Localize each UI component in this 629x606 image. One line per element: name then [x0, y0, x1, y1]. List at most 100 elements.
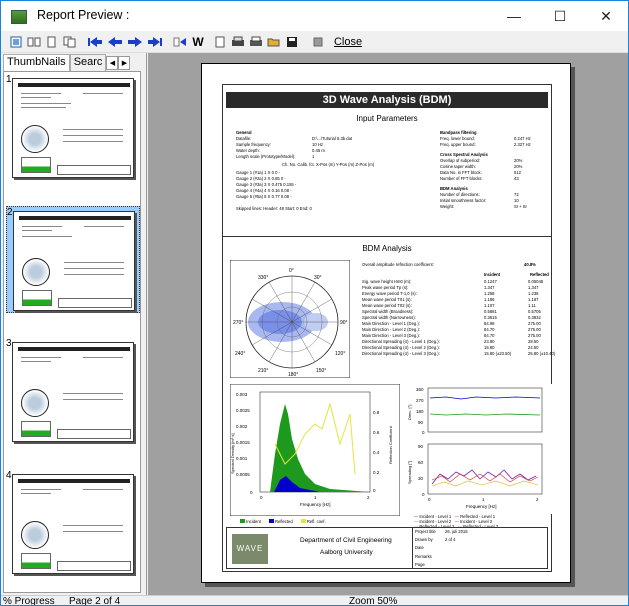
app-icon [11, 10, 27, 24]
input-parameters-title: Input Parameters [356, 114, 418, 123]
bandpass-section: Bandpass filtering Freq. lower bound: Fr… [440, 130, 488, 209]
directional-polar-plot: 0° 30° 330° 270° 90° 240° 120° 210° 180°… [230, 260, 350, 378]
zoom-icon[interactable]: W [191, 34, 205, 50]
thumbnail-image [12, 474, 134, 574]
facing-pages-icon[interactable] [45, 34, 59, 50]
next-page-icon[interactable] [127, 34, 143, 50]
print-icon[interactable] [249, 34, 263, 50]
bandpass-values: 0.247 Hz 2.327 Hz 20% 20% 512 43 72 10 S… [514, 136, 531, 209]
thumbnail-page-4[interactable]: 4 [6, 470, 140, 577]
general-section: General Datafile: Sample frequency: Wate… [236, 130, 296, 159]
close-preview-button[interactable]: Close [333, 34, 363, 50]
thumbnail-page-1[interactable]: 1 [6, 74, 140, 181]
zoom-indicator: Zoom 50% [349, 596, 398, 606]
report-preview-window: Report Preview : — ☐ ✕ W Close ThumbNail… [0, 0, 629, 606]
spr-ylabel: Spreading [°] [407, 461, 412, 484]
two-pages-icon[interactable] [27, 34, 41, 50]
reflection-coef-label: Overall amplitude reflection coefficient… [362, 262, 434, 267]
spec-y2tick: 0.6 [373, 430, 380, 435]
results-incident: 0.1247 1.347 1.258 1.186 1.107 0.5681 0.3615 84… [484, 279, 512, 356]
page-indicator: Page 2 of 4 [69, 596, 121, 606]
spec-ytick: 0.003 [236, 392, 248, 397]
meta-values: 26. juli 2015 2 of 4 [445, 529, 468, 543]
spr-ytick: 30 [418, 476, 424, 481]
thumbnail-pane: ThumbNails Searc ◀ ▶ 1 2 3 4 [1, 53, 147, 595]
status-bar: % Progress Page 2 of 4 Zoom 50% [1, 595, 628, 606]
bdm-analysis-title: BDM Analysis [362, 244, 412, 253]
new-page-icon[interactable] [213, 34, 227, 50]
thumbnail-number: 4 [6, 470, 12, 481]
spec-y2tick: 0.8 [373, 410, 380, 415]
first-page-icon[interactable] [87, 34, 103, 50]
thumbnail-image [12, 342, 134, 442]
reflection-coef-value: 40.8% [524, 262, 536, 267]
thumbnail-list: 1 2 3 4 [3, 71, 141, 593]
thumbnail-image [12, 78, 134, 178]
copy-icon[interactable] [63, 34, 77, 50]
toolbar: W Close [1, 31, 628, 53]
minimize-button[interactable]: — [491, 1, 537, 31]
dir-ytick: 360 [416, 387, 424, 392]
tab-thumbnails[interactable]: ThumbNails [3, 54, 70, 71]
maximize-button[interactable]: ☐ [537, 1, 583, 31]
tab-scroll-left-icon[interactable]: ◀ [106, 56, 119, 70]
close-window-button[interactable]: ✕ [583, 1, 628, 31]
results-reflected: 0.05048 1.347 1.236 1.167 1.11 0.5705 0.3832 27… [528, 279, 556, 356]
last-page-icon[interactable] [147, 34, 163, 50]
spr-ytick: 60 [418, 460, 424, 465]
incident-col-header: Incident [484, 272, 501, 277]
thumbnail-number: 3 [6, 338, 12, 349]
print-setup-icon[interactable] [231, 34, 245, 50]
window-title: Report Preview : [37, 8, 130, 22]
polar-label: 330° [258, 275, 268, 281]
spec-y2tick: 0.2 [373, 470, 380, 475]
spec-ytick: 0.002 [236, 424, 248, 429]
skipped-lines: Skipped lines: Header: 48 Start: 0 End: … [236, 206, 312, 211]
save-icon[interactable] [285, 34, 299, 50]
meta-table: Project title Drawn by Date Remarks Page 26.… [412, 527, 548, 569]
page-viewer[interactable]: 3D Wave Analysis (BDM) Input Parameters … [148, 53, 628, 595]
dir-ylabel: Direc. [°] [407, 405, 412, 420]
spectrum-chart: 0.003 0.0025 0.002 0.0015 0.001 0.0005 0… [230, 384, 400, 516]
single-page-icon[interactable] [9, 34, 23, 50]
meta-labels: Project title Drawn by Date Remarks Page [415, 529, 436, 567]
polar-label: 270° [233, 320, 243, 326]
dir-ytick: 270 [416, 398, 424, 403]
dir-ytick: 180 [416, 409, 424, 414]
spec-ylabel: Spectral Density [m²·s] [230, 434, 235, 474]
tab-scroll-right-icon[interactable]: ▶ [118, 56, 131, 70]
spec-y2label: Reflection Coefficient [388, 425, 393, 464]
wave-lab-logo: WAVE LAB [232, 534, 268, 583]
dir-ytick: 90 [418, 420, 424, 425]
thumbnail-image [13, 211, 135, 311]
spec-xlabel: Frequency [Hz] [300, 502, 331, 507]
polar-label: 240° [235, 351, 245, 357]
spec-ytick: 0.0025 [236, 408, 250, 413]
thumbnail-page-2[interactable]: 2 [6, 206, 140, 313]
exit-icon[interactable] [311, 34, 325, 50]
previous-page-icon[interactable] [107, 34, 123, 50]
tab-search[interactable]: Searc [69, 54, 107, 71]
thumbnail-page-3[interactable]: 3 [6, 338, 140, 445]
title-bar: Report Preview : — ☐ ✕ [1, 1, 628, 31]
thumbnail-number: 1 [6, 74, 12, 85]
gauge-header: Ch. No. Calib. fct. X-Pos (m) Y-Pos (m) … [282, 162, 375, 167]
pane-tabs: ThumbNails Searc ◀ ▶ [3, 54, 131, 71]
university-name: Aalborg University [320, 549, 373, 556]
spec-y2tick: 0.4 [373, 450, 380, 455]
report-page: 3D Wave Analysis (BDM) Input Parameters … [201, 63, 571, 583]
polar-label: 120° [335, 351, 345, 357]
gauge-table: Gauge 1 (#1a) 1 X 0 0 - Gauge 2 (#2a) 2 … [236, 170, 297, 199]
spec-ytick: 0.0015 [236, 440, 250, 445]
goto-page-icon[interactable] [173, 34, 187, 50]
polar-label: 0° [289, 268, 294, 274]
spr-ytick: 90 [418, 444, 424, 449]
thumbnail-number: 2 [7, 207, 13, 218]
spr-xlabel: Frequency [Hz] [466, 504, 497, 509]
open-folder-icon[interactable] [267, 34, 281, 50]
polar-label: 150° [316, 368, 326, 374]
section-divider [222, 236, 552, 237]
general-values: D:\...\Tutorial 5.3b.dat 10 Hz 0.45 m 1 [312, 136, 353, 159]
spec-ytick: 0.0005 [236, 472, 250, 477]
polar-label: 30° [314, 275, 322, 281]
